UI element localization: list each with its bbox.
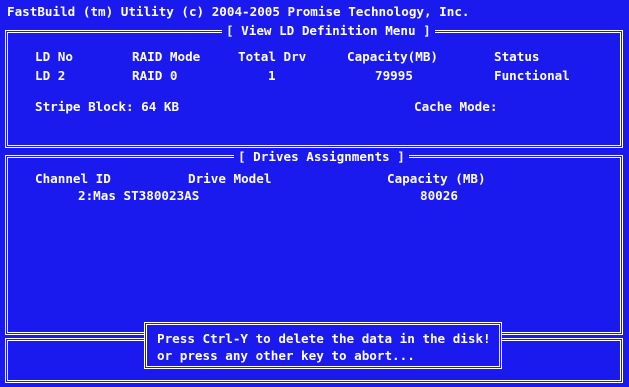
app-title: FastBuild (tm) Utility (c) 2004-2005 Pro…	[7, 4, 470, 19]
cache-mode: Cache Mode:	[414, 99, 498, 114]
ld-menu-caption: [ View LD Definition Menu ]	[222, 23, 435, 38]
stripe-block: Stripe Block: 64 KB	[35, 99, 180, 114]
header-channel-id: Channel ID	[35, 171, 111, 186]
dialog-line-2: or press any other key to abort...	[157, 348, 415, 363]
header-capacity: Capacity(MB)	[347, 49, 438, 64]
drive-capacity: 80026	[420, 188, 458, 203]
header-drive-capacity: Capacity (MB)	[387, 171, 486, 186]
ld-raid-mode: RAID 0	[132, 68, 178, 83]
header-status: Status	[494, 49, 540, 64]
ld-total-drives: 1	[268, 68, 276, 83]
drive-channel-model: 2:Mas ST380023AS	[78, 188, 200, 203]
dialog-line-1: Press Ctrl-Y to delete the data in the d…	[157, 331, 491, 346]
header-total-drv: Total Drv	[238, 49, 307, 64]
header-ld-no: LD No	[35, 49, 73, 64]
header-raid-mode: RAID Mode	[132, 49, 201, 64]
ld-capacity: 79995	[375, 68, 413, 83]
header-drive-model: Drive Model	[188, 171, 272, 186]
ld-status: Functional	[494, 68, 570, 83]
ld-number: LD 2	[35, 68, 66, 83]
drives-caption: [ Drives Assignments ]	[234, 149, 409, 164]
